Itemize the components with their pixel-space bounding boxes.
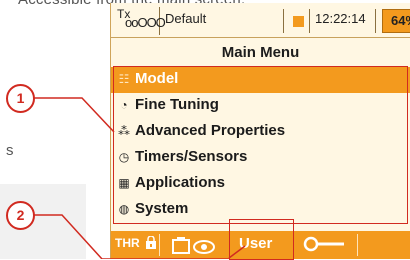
annotation-leader-lines bbox=[34, 97, 246, 259]
callout-2: 2 bbox=[6, 201, 35, 230]
callout-1: 1 bbox=[6, 84, 35, 113]
